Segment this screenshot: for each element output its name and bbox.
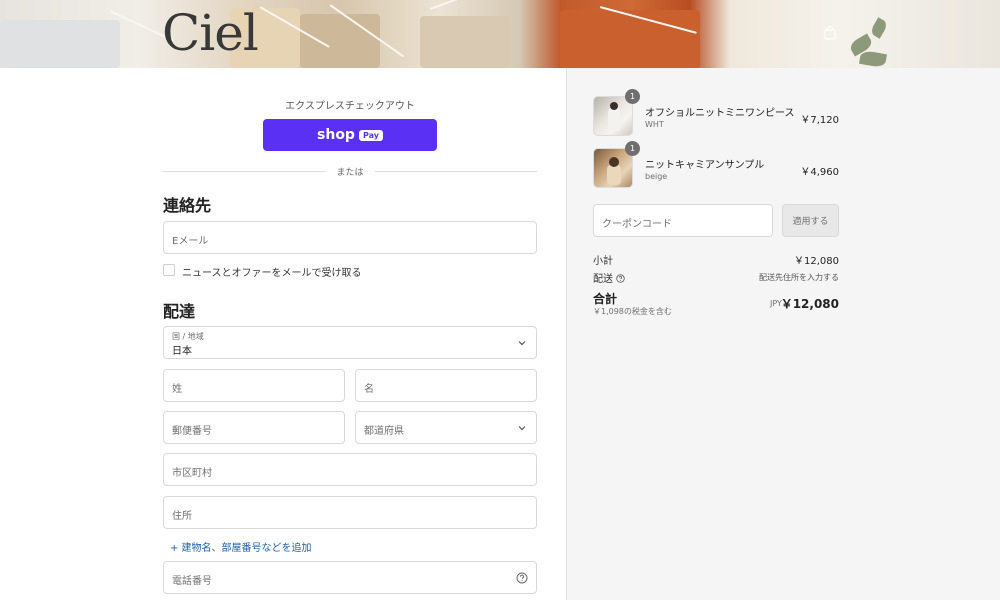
- add-address-line-link[interactable]: + 建物名、部屋番号などを追加: [170, 539, 312, 554]
- country-value: 日本: [172, 346, 192, 357]
- phone-placeholder: 電話番号: [172, 576, 212, 587]
- city-placeholder: 市区町村: [172, 468, 212, 479]
- city-field[interactable]: 市区町村: [163, 453, 537, 486]
- shipping-row: 配送: [593, 270, 625, 285]
- banner-garment: [0, 20, 120, 68]
- address-placeholder: 住所: [172, 511, 192, 522]
- or-divider-text: または: [336, 168, 364, 178]
- first-name-placeholder: 名: [364, 384, 374, 395]
- shopping-bag-icon[interactable]: [824, 26, 836, 40]
- contact-section-title: 連絡先: [163, 196, 212, 215]
- tax-note: ￥1,098の税金を含む: [593, 307, 672, 316]
- total-label: 合計: [593, 292, 618, 306]
- item-price: ￥7,120: [800, 115, 839, 126]
- header-banner: Ciel: [0, 0, 1000, 68]
- shop-pay-wordmark: shop: [317, 127, 355, 143]
- total-value: ￥12,080: [780, 297, 839, 311]
- banner-garment: [420, 16, 510, 68]
- shop-pay-pill: Pay: [358, 129, 383, 141]
- shop-pay-button[interactable]: shop Pay: [263, 119, 437, 151]
- coupon-placeholder: クーポンコード: [602, 219, 672, 230]
- chevron-down-icon: [518, 341, 526, 346]
- help-circle-icon[interactable]: [616, 274, 625, 283]
- address-field[interactable]: 住所: [163, 496, 537, 529]
- email-placeholder: Eメール: [172, 236, 209, 247]
- chevron-down-icon: [518, 426, 526, 431]
- product-figure: [608, 107, 620, 131]
- newsletter-checkbox[interactable]: [163, 264, 175, 276]
- email-field[interactable]: Eメール: [163, 221, 537, 254]
- item-variant: beige: [645, 172, 668, 181]
- last-name-field[interactable]: 姓: [163, 369, 345, 402]
- first-name-field[interactable]: 名: [355, 369, 537, 402]
- quantity-badge: 1: [625, 141, 640, 156]
- banner-garment: [300, 14, 380, 68]
- postal-code-field[interactable]: 郵便番号: [163, 411, 345, 444]
- divider-right: [375, 171, 537, 172]
- product-figure: [607, 165, 621, 185]
- newsletter-label[interactable]: ニュースとオファーをメールで受け取る: [182, 264, 362, 279]
- item-name: ニットキャミアンサンプル: [645, 160, 765, 171]
- item-price: ￥4,960: [800, 167, 839, 178]
- banner-plant-leaf: [869, 17, 889, 39]
- phone-field[interactable]: 電話番号: [163, 561, 537, 594]
- postal-code-placeholder: 郵便番号: [172, 426, 212, 437]
- subtotal-value: ￥12,080: [794, 256, 839, 267]
- help-circle-icon[interactable]: [516, 572, 528, 584]
- brand-logo[interactable]: Ciel: [162, 4, 259, 62]
- divider-left: [163, 171, 325, 172]
- banner-hanger: [429, 0, 497, 10]
- apply-coupon-button[interactable]: 適用する: [782, 204, 839, 237]
- banner-plant-leaf: [858, 49, 888, 68]
- quantity-badge: 1: [625, 89, 640, 104]
- express-checkout-title: エクスプレスチェックアウト: [285, 101, 415, 112]
- subtotal-label: 小計: [593, 256, 613, 267]
- coupon-code-field[interactable]: クーポンコード: [593, 204, 773, 237]
- country-select[interactable]: 国 / 地域 日本: [163, 326, 537, 359]
- country-label: 国 / 地域: [172, 332, 204, 341]
- prefecture-select[interactable]: 都道府県: [355, 411, 537, 444]
- item-variant: WHT: [645, 120, 664, 129]
- prefecture-placeholder: 都道府県: [364, 426, 404, 437]
- item-name: オフショルニットミニワンピース: [645, 108, 795, 119]
- delivery-section-title: 配達: [163, 302, 196, 321]
- shipping-label: 配送: [593, 274, 613, 285]
- last-name-placeholder: 姓: [172, 384, 182, 395]
- product-figure-head: [609, 157, 619, 167]
- banner-garment: [560, 10, 700, 68]
- shipping-value: 配送先住所を入力する: [759, 273, 839, 282]
- product-figure-head: [610, 102, 618, 110]
